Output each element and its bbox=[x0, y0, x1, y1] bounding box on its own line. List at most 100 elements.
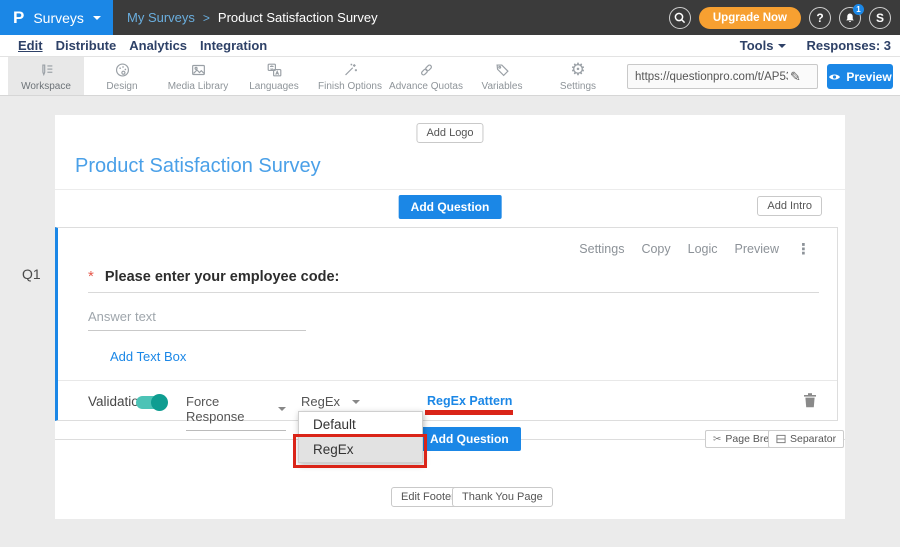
toolbar-label: Languages bbox=[249, 81, 299, 92]
search-button[interactable] bbox=[669, 7, 691, 29]
question-logic-link[interactable]: Logic bbox=[688, 242, 718, 256]
dropdown-option-default[interactable]: Default bbox=[299, 412, 422, 437]
toolbar-items: Workspace Design Media Library bbox=[8, 57, 616, 95]
advance-quotas-chain-icon bbox=[417, 61, 436, 79]
validation-type-dropdown: Default RegEx bbox=[298, 411, 423, 463]
nav-right: Tools Responses: 3 bbox=[740, 38, 891, 53]
survey-url-field: ✎ bbox=[627, 64, 818, 89]
toolbar-item-media-library[interactable]: Media Library bbox=[160, 57, 236, 95]
breadcrumb-current: Product Satisfaction Survey bbox=[218, 10, 378, 25]
surveys-product-menu[interactable]: P Surveys bbox=[0, 0, 113, 35]
edit-url-pencil-icon[interactable]: ✎ bbox=[790, 69, 801, 85]
validation-type-select[interactable]: RegEx bbox=[301, 394, 360, 409]
add-question-button-top[interactable]: Add Question bbox=[399, 195, 502, 219]
required-asterisk-icon: * bbox=[88, 268, 94, 285]
toolbar-item-finish-options[interactable]: Finish Options bbox=[312, 57, 388, 95]
delete-question-button[interactable] bbox=[803, 392, 817, 413]
account-avatar[interactable]: S bbox=[869, 7, 891, 29]
question-text-underline bbox=[88, 292, 819, 293]
questionpro-survey-editor: P Surveys My Surveys > Product Satisfact… bbox=[0, 0, 900, 547]
validation-toggle[interactable] bbox=[136, 396, 166, 409]
settings-gear-icon: ⚙ bbox=[570, 61, 585, 79]
survey-nav: Edit Distribute Analytics Integration To… bbox=[0, 35, 900, 57]
avatar-initial: S bbox=[876, 11, 884, 25]
force-response-select[interactable]: Force Response bbox=[186, 394, 286, 431]
tools-menu[interactable]: Tools bbox=[740, 38, 787, 53]
survey-url-input[interactable] bbox=[628, 71, 788, 83]
toolbar-item-workspace[interactable]: Workspace bbox=[8, 57, 84, 95]
validation-row: Validation Force Response RegEx RegEx Pa… bbox=[58, 391, 837, 415]
notification-badge: 1 bbox=[853, 4, 864, 15]
toolbar-item-settings[interactable]: ⚙ Settings bbox=[540, 57, 616, 95]
breadcrumb: My Surveys > Product Satisfaction Survey bbox=[127, 10, 378, 25]
trash-icon bbox=[803, 392, 817, 408]
answer-text-input[interactable] bbox=[88, 306, 306, 331]
breadcrumb-my-surveys[interactable]: My Surveys bbox=[127, 10, 195, 25]
add-intro-button[interactable]: Add Intro bbox=[757, 196, 822, 216]
tab-integration[interactable]: Integration bbox=[200, 38, 267, 53]
toolbar-label: Settings bbox=[560, 81, 596, 92]
topbar-actions: Upgrade Now ? 1 S bbox=[669, 0, 891, 35]
chevron-down-icon bbox=[778, 44, 786, 48]
tab-analytics[interactable]: Analytics bbox=[129, 38, 187, 53]
breadcrumb-separator: > bbox=[203, 11, 210, 25]
separator-icon bbox=[776, 434, 786, 444]
dropdown-option-regex[interactable]: RegEx bbox=[299, 437, 422, 462]
question-text-row: * Please enter your employee code: bbox=[88, 268, 339, 285]
workspace-icon bbox=[37, 61, 56, 79]
separator-button[interactable]: Separator bbox=[768, 430, 844, 448]
topbar: P Surveys My Surveys > Product Satisfact… bbox=[0, 0, 900, 35]
kebab-menu-icon[interactable]: ⋮ bbox=[796, 240, 811, 258]
preview-label: Preview bbox=[846, 70, 891, 84]
question-block: Settings Copy Logic Preview ⋮ * Please e… bbox=[55, 227, 838, 421]
survey-title[interactable]: Product Satisfaction Survey bbox=[75, 155, 321, 178]
search-icon bbox=[672, 10, 688, 26]
questionpro-logo: P bbox=[13, 8, 24, 28]
toolbar-label: Media Library bbox=[168, 81, 229, 92]
notifications-button[interactable]: 1 bbox=[839, 7, 861, 29]
thank-you-page-button[interactable]: Thank You Page bbox=[452, 487, 553, 507]
languages-icon bbox=[265, 61, 284, 79]
variables-tag-icon bbox=[493, 61, 512, 79]
eye-icon bbox=[828, 72, 841, 82]
media-library-icon bbox=[189, 61, 208, 79]
toolbar-label: Design bbox=[106, 81, 137, 92]
preview-button[interactable]: Preview bbox=[827, 64, 893, 89]
design-palette-icon bbox=[113, 61, 132, 79]
chevron-down-icon bbox=[352, 400, 360, 404]
question-settings-link[interactable]: Settings bbox=[579, 242, 624, 256]
responses-count[interactable]: Responses: 3 bbox=[806, 38, 891, 53]
tools-label: Tools bbox=[740, 38, 774, 53]
toolbar-item-design[interactable]: Design bbox=[84, 57, 160, 95]
add-logo-button[interactable]: Add Logo bbox=[416, 123, 483, 143]
validation-type-value: RegEx bbox=[301, 394, 340, 409]
toolbar-label: Variables bbox=[482, 81, 523, 92]
chevron-down-icon bbox=[93, 16, 101, 20]
survey-canvas: Q1 Add Logo Product Satisfaction Survey … bbox=[0, 96, 900, 547]
question-copy-link[interactable]: Copy bbox=[641, 242, 670, 256]
question-actions: Settings Copy Logic Preview ⋮ bbox=[579, 240, 811, 258]
toolbar-item-variables[interactable]: Variables bbox=[464, 57, 540, 95]
add-question-button-bottom[interactable]: Add Question bbox=[418, 427, 521, 451]
question-number: Q1 bbox=[22, 266, 41, 282]
annotation-red-underline bbox=[425, 410, 513, 415]
toolbar-item-languages[interactable]: Languages bbox=[236, 57, 312, 95]
help-button[interactable]: ? bbox=[809, 7, 831, 29]
finish-options-wand-icon bbox=[341, 61, 360, 79]
survey-card: Add Logo Product Satisfaction Survey Add… bbox=[55, 115, 845, 519]
divider bbox=[55, 189, 845, 190]
surveys-menu-label: Surveys bbox=[33, 10, 84, 26]
chevron-down-icon bbox=[278, 407, 286, 411]
tab-edit[interactable]: Edit bbox=[18, 38, 43, 53]
question-preview-link[interactable]: Preview bbox=[735, 242, 779, 256]
add-text-box-link[interactable]: Add Text Box bbox=[110, 349, 186, 364]
upgrade-now-button[interactable]: Upgrade Now bbox=[699, 7, 801, 29]
toolbar-item-advance-quotas[interactable]: Advance Quotas bbox=[388, 57, 464, 95]
tab-distribute[interactable]: Distribute bbox=[56, 38, 117, 53]
separator-label: Separator bbox=[790, 433, 836, 445]
scissors-icon: ✂ bbox=[713, 434, 721, 445]
regex-pattern-link[interactable]: RegEx Pattern bbox=[427, 394, 512, 408]
help-icon: ? bbox=[816, 11, 823, 25]
question-text[interactable]: Please enter your employee code: bbox=[105, 269, 340, 285]
divider bbox=[58, 380, 837, 381]
